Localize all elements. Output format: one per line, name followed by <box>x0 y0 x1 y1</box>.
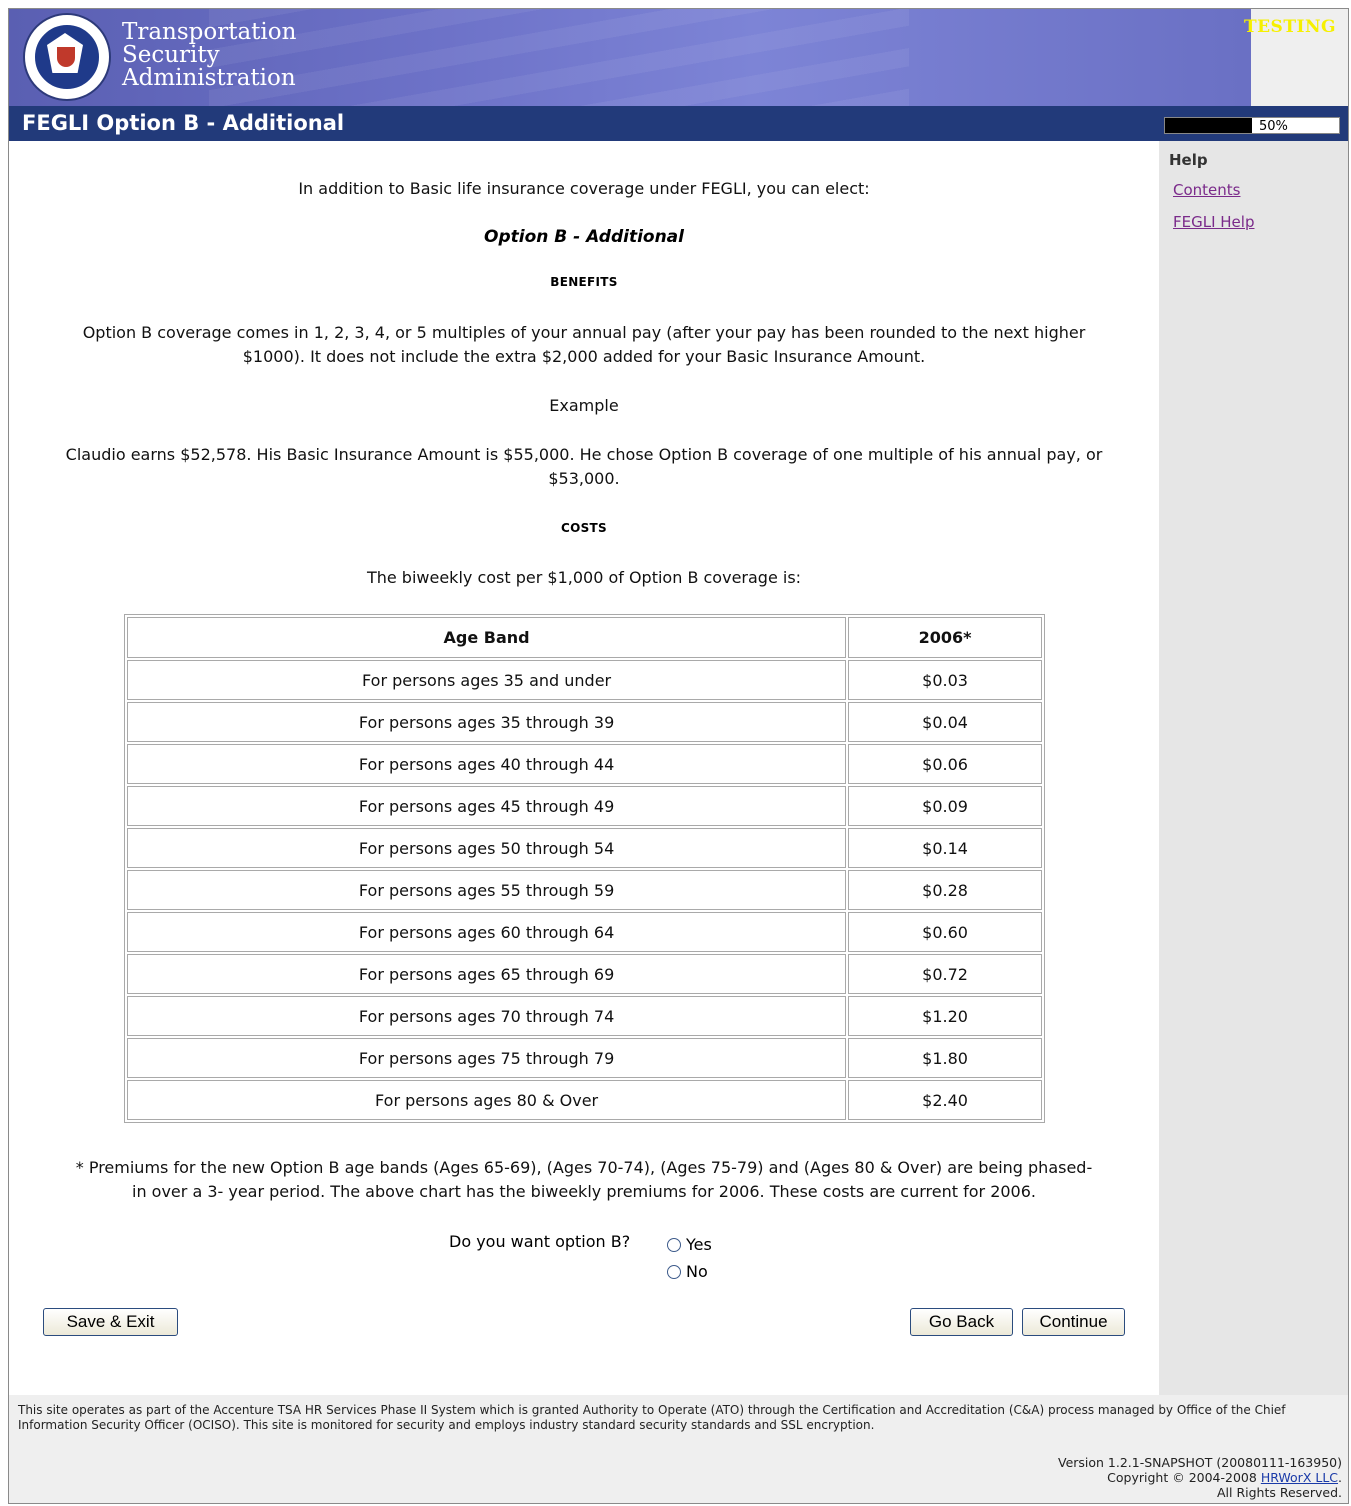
help-link-fegli[interactable]: FEGLI Help <box>1173 213 1254 231</box>
age-band-cell: For persons ages 55 through 59 <box>127 870 847 910</box>
age-band-cell: For persons ages 40 through 44 <box>127 744 847 784</box>
cost-cell: $0.04 <box>848 702 1042 742</box>
age-band-cell: For persons ages 70 through 74 <box>127 996 847 1036</box>
radio-no-label: No <box>686 1262 708 1281</box>
page-title: FEGLI Option B - Additional <box>22 111 345 135</box>
benefits-line-1: Option B coverage comes in 1, 2, 3, 4, o… <box>82 323 1086 342</box>
costs-heading: COSTS <box>561 521 607 535</box>
table-row: For persons ages 45 through 49 $0.09 <box>127 786 1042 826</box>
environment-area: TESTING <box>1244 9 1348 106</box>
cost-table: Age Band 2006* For persons ages 35 and u… <box>124 614 1045 1123</box>
flag-background <box>209 9 909 106</box>
radio-yes-label: Yes <box>686 1235 712 1254</box>
example-line-1: Claudio earns $52,578. His Basic Insuran… <box>65 445 1103 464</box>
version-text: Version 1.2.1-SNAPSHOT (20080111-163950) <box>1057 1455 1342 1470</box>
progress-bar: 50% <box>1164 117 1340 134</box>
dhs-seal-icon <box>23 13 111 101</box>
option-heading: Option B - Additional <box>484 227 684 247</box>
cost-cell: $0.28 <box>848 870 1042 910</box>
help-link-contents[interactable]: Contents <box>1173 181 1240 199</box>
benefits-line-2: $1000). It does not include the extra $2… <box>242 347 926 366</box>
age-band-cell: For persons ages 60 through 64 <box>127 912 847 952</box>
cost-cell: $0.06 <box>848 744 1042 784</box>
age-band-cell: For persons ages 80 & Over <box>127 1080 847 1120</box>
table-row: For persons ages 75 through 79 $1.80 <box>127 1038 1042 1078</box>
table-row: For persons ages 40 through 44 $0.06 <box>127 744 1042 784</box>
cost-cell: $1.20 <box>848 996 1042 1036</box>
age-band-cell: For persons ages 50 through 54 <box>127 828 847 868</box>
version-info: Version 1.2.1-SNAPSHOT (20080111-163950)… <box>1058 1455 1342 1500</box>
agency-line-3: Administration <box>122 65 296 91</box>
cost-cell: $2.40 <box>848 1080 1042 1120</box>
table-row: For persons ages 70 through 74 $1.20 <box>127 996 1042 1036</box>
help-sidebar: Help Contents FEGLI Help <box>1159 141 1348 1395</box>
agency-line-2: Security <box>122 42 220 68</box>
footnote-line-1: * Premiums for the new Option B age band… <box>75 1158 1093 1177</box>
table-row: For persons ages 65 through 69 $0.72 <box>127 954 1042 994</box>
intro-text: In addition to Basic life insurance cove… <box>298 179 870 198</box>
age-band-cell: For persons ages 35 through 39 <box>127 702 847 742</box>
column-header-2006: 2006* <box>848 617 1042 658</box>
copyright-prefix: Copyright © 2004-2008 <box>1107 1470 1257 1485</box>
table-row: For persons ages 35 through 39 $0.04 <box>127 702 1042 742</box>
cost-cell: $0.03 <box>848 660 1042 700</box>
benefits-heading: BENEFITS <box>550 275 618 289</box>
copyright-text: Copyright © 2004-2008 HRWorX LLC. <box>1058 1470 1342 1485</box>
security-notice: This site operates as part of the Accent… <box>18 1403 1286 1432</box>
radio-no[interactable]: No <box>667 1262 708 1281</box>
go-back-button[interactable]: Go Back <box>910 1308 1013 1336</box>
age-band-cell: For persons ages 75 through 79 <box>127 1038 847 1078</box>
cost-cell: $0.60 <box>848 912 1042 952</box>
example-heading: Example <box>549 396 619 415</box>
age-band-cell: For persons ages 45 through 49 <box>127 786 847 826</box>
copyright-suffix: . <box>1338 1470 1342 1485</box>
header-banner: Transportation Security Administration <box>9 9 1251 106</box>
cost-cell: $0.72 <box>848 954 1042 994</box>
hrworx-link[interactable]: HRWorX LLC <box>1261 1470 1338 1485</box>
table-row: For persons ages 50 through 54 $0.14 <box>127 828 1042 868</box>
table-row: For persons ages 55 through 59 $0.28 <box>127 870 1042 910</box>
example-line-2: $53,000. <box>548 469 620 488</box>
progress-fill <box>1165 118 1252 133</box>
main-content: In addition to Basic life insurance cove… <box>9 141 1159 1395</box>
help-title: Help <box>1169 151 1208 169</box>
footnote-line-2: in over a 3- year period. The above char… <box>132 1182 1036 1201</box>
table-row: For persons ages 80 & Over $2.40 <box>127 1080 1042 1120</box>
table-row: For persons ages 60 through 64 $0.60 <box>127 912 1042 952</box>
title-bar: FEGLI Option B - Additional 50% <box>9 106 1348 141</box>
agency-line-1: Transportation <box>122 19 297 45</box>
table-row: For persons ages 35 and under $0.03 <box>127 660 1042 700</box>
costs-intro: The biweekly cost per $1,000 of Option B… <box>366 568 802 587</box>
cost-cell: $0.14 <box>848 828 1042 868</box>
radio-no-circle[interactable] <box>667 1264 681 1279</box>
footer: This site operates as part of the Accent… <box>9 1395 1348 1503</box>
save-exit-button[interactable]: Save & Exit <box>43 1308 178 1336</box>
agency-name: Transportation Security Administration <box>122 21 296 90</box>
rights-text: All Rights Reserved. <box>1216 1485 1342 1500</box>
progress-label: 50% <box>1259 119 1288 134</box>
radio-yes[interactable]: Yes <box>667 1235 712 1254</box>
environment-badge: TESTING <box>1243 17 1336 37</box>
age-band-cell: For persons ages 65 through 69 <box>127 954 847 994</box>
cost-cell: $1.80 <box>848 1038 1042 1078</box>
continue-button[interactable]: Continue <box>1022 1308 1125 1336</box>
radio-yes-circle[interactable] <box>667 1237 681 1252</box>
column-header-age-band: Age Band <box>127 617 847 658</box>
cost-cell: $0.09 <box>848 786 1042 826</box>
table-header-row: Age Band 2006* <box>127 617 1042 658</box>
option-b-question: Do you want option B? <box>449 1232 631 1251</box>
age-band-cell: For persons ages 35 and under <box>127 660 847 700</box>
page-frame: Transportation Security Administration T… <box>8 8 1349 1504</box>
